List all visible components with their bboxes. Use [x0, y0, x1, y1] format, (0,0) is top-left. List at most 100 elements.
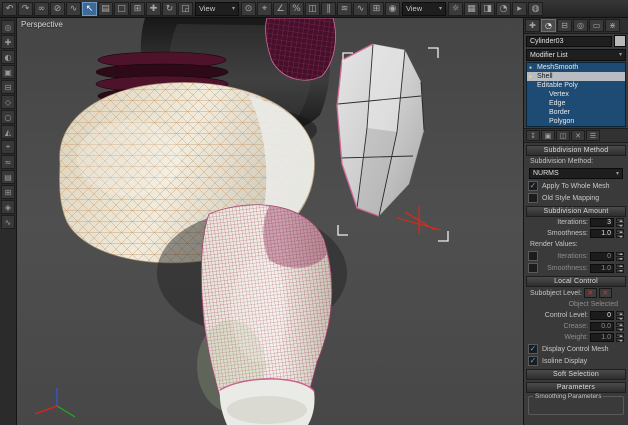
render-smoothness-field[interactable]: 1.0: [590, 264, 614, 273]
modifier-enabled-icon[interactable]: ●: [529, 65, 534, 71]
reference-coordinate-dropdown[interactable]: View ▾: [195, 2, 239, 16]
select-and-move-icon[interactable]: ✚: [146, 2, 161, 16]
object-name-field[interactable]: Cylinder03: [526, 36, 612, 47]
play-icon[interactable]: ▸: [512, 2, 527, 16]
left-tool-6-icon[interactable]: ◇: [1, 95, 15, 109]
render-smoothness-checkbox[interactable]: ✓: [528, 263, 538, 273]
left-tool-9-icon[interactable]: ⌖: [1, 140, 15, 154]
utilities-tab[interactable]: ⋇: [605, 19, 620, 32]
control-level-spinner[interactable]: [616, 311, 624, 320]
percent-snap-icon[interactable]: %: [289, 2, 304, 16]
viewport-label[interactable]: Perspective: [21, 20, 63, 29]
old-style-mapping-checkbox[interactable]: ✓: [528, 193, 538, 203]
modifier-stack-item[interactable]: ● Polygon: [527, 117, 625, 126]
display-tab[interactable]: ▭: [589, 19, 604, 32]
modifier-stack-item[interactable]: ● Editable Poly: [527, 81, 625, 90]
left-tool-13-icon[interactable]: ◈: [1, 200, 15, 214]
rollout-header-subdivision-method[interactable]: Subdivision Method: [526, 145, 626, 156]
smoothness-spinner[interactable]: [616, 229, 624, 238]
select-and-rotate-icon[interactable]: ↻: [162, 2, 177, 16]
left-tool-3-icon[interactable]: ◐: [1, 50, 15, 64]
quick-render-icon[interactable]: ◔: [496, 2, 511, 16]
select-and-link-icon[interactable]: ∞: [34, 2, 49, 16]
left-tool-8-icon[interactable]: ◭: [1, 125, 15, 139]
bind-to-space-warp-icon[interactable]: ∿: [66, 2, 81, 16]
hierarchy-tab[interactable]: ⊟: [557, 19, 572, 32]
viewport-3d-scene[interactable]: [17, 18, 523, 425]
window-crossing-icon[interactable]: ⊞: [130, 2, 145, 16]
object-color-swatch[interactable]: [614, 35, 626, 47]
left-tool-12-icon[interactable]: ⊞: [1, 185, 15, 199]
select-object-icon[interactable]: ↖: [82, 2, 97, 16]
unlink-selection-icon[interactable]: ⊘: [50, 2, 65, 16]
render-setup-icon[interactable]: ☼: [448, 2, 463, 16]
iterations-field[interactable]: 3: [590, 218, 614, 227]
show-end-result-button[interactable]: ▣: [541, 130, 555, 141]
material-editor-icon[interactable]: ◉: [385, 2, 400, 16]
align-icon[interactable]: ∥: [321, 2, 336, 16]
configure-modifier-sets-button[interactable]: ☰: [586, 130, 600, 141]
left-tool-10-icon[interactable]: ≈: [1, 155, 15, 169]
rollout-header-subdivision-amount[interactable]: Subdivision Amount: [526, 206, 626, 217]
render-preset-icon[interactable]: ◨: [480, 2, 495, 16]
angle-snap-icon[interactable]: ∠: [273, 2, 288, 16]
mirror-icon[interactable]: ◫: [305, 2, 320, 16]
crease-field[interactable]: 0.0: [590, 322, 614, 331]
left-tool-5-icon[interactable]: ⊟: [1, 80, 15, 94]
subobject-vertex-button[interactable]: ✕: [584, 288, 597, 298]
crease-spinner[interactable]: [616, 322, 624, 331]
render-iterations-checkbox[interactable]: ✓: [528, 251, 538, 261]
subobject-edge-button[interactable]: ✕: [599, 288, 612, 298]
render-iterations-spinner[interactable]: [616, 252, 624, 261]
rectangular-selection-region-icon[interactable]: □: [114, 2, 129, 16]
left-tool-1-icon[interactable]: ◎: [1, 20, 15, 34]
left-tool-14-icon[interactable]: ∿: [1, 215, 15, 229]
curve-editor-icon[interactable]: ∿: [353, 2, 368, 16]
modifier-stack-item[interactable]: ● Shell: [527, 72, 625, 81]
rollout-header-local-control[interactable]: Local Control: [526, 276, 626, 287]
modifier-stack-item[interactable]: ● MeshSmooth: [527, 63, 625, 72]
render-iterations-field[interactable]: 0: [590, 252, 614, 261]
create-tab[interactable]: ✚: [525, 19, 540, 32]
display-control-mesh-checkbox[interactable]: ✓: [528, 344, 538, 354]
ankle-piece[interactable]: [220, 379, 315, 425]
iterations-spinner[interactable]: [616, 218, 624, 227]
main-area: ◎✚◐▣⊟◇○◭⌖≈▤⊞◈∿: [0, 18, 628, 425]
schematic-view-icon[interactable]: ⊞: [369, 2, 384, 16]
left-tool-4-icon[interactable]: ▣: [1, 65, 15, 79]
rollout-header-soft-selection[interactable]: Soft Selection: [526, 369, 626, 380]
modifier-list-dropdown[interactable]: Modifier List ▾: [526, 49, 626, 61]
select-by-name-icon[interactable]: ▤: [98, 2, 113, 16]
left-tool-11-icon[interactable]: ▤: [1, 170, 15, 184]
smoothness-field[interactable]: 1.0: [590, 229, 614, 238]
make-unique-button[interactable]: ◫: [556, 130, 570, 141]
redo-icon[interactable]: ↷: [18, 2, 33, 16]
undo-icon[interactable]: ↶: [2, 2, 17, 16]
viewport-perspective[interactable]: Perspective: [17, 18, 523, 425]
display-toggle-icon[interactable]: ◍: [528, 2, 543, 16]
layer-manager-icon[interactable]: ≋: [337, 2, 352, 16]
use-pivot-center-icon[interactable]: ⊙: [241, 2, 256, 16]
weight-field[interactable]: 1.0: [590, 333, 614, 342]
motion-tab[interactable]: ◎: [573, 19, 588, 32]
weight-spinner[interactable]: [616, 333, 624, 342]
subdivision-method-dropdown[interactable]: NURMS ▾: [529, 168, 623, 179]
left-tool-7-icon[interactable]: ○: [1, 110, 15, 124]
render-frame-icon[interactable]: ▦: [464, 2, 479, 16]
select-and-scale-icon[interactable]: ◲: [178, 2, 193, 16]
pin-stack-button[interactable]: ↧: [526, 130, 540, 141]
remove-modifier-button[interactable]: ✕: [571, 130, 585, 141]
snap-toggle-icon[interactable]: ⌖: [257, 2, 272, 16]
modify-tab[interactable]: ◔: [541, 19, 556, 32]
isoline-display-checkbox[interactable]: ✓: [528, 356, 538, 366]
modifier-stack-item[interactable]: ● Vertex: [527, 90, 625, 99]
modifier-enabled-icon[interactable]: ●: [529, 74, 534, 80]
view-dropdown-2[interactable]: View ▾: [402, 2, 446, 16]
modifier-stack-item[interactable]: ● Edge: [527, 99, 625, 108]
control-level-field[interactable]: 0: [590, 311, 614, 320]
rollout-header-parameters[interactable]: Parameters: [526, 382, 626, 393]
left-tool-2-icon[interactable]: ✚: [1, 35, 15, 49]
apply-to-whole-mesh-checkbox[interactable]: ✓: [528, 181, 538, 191]
render-smoothness-spinner[interactable]: [616, 264, 624, 273]
modifier-stack-item[interactable]: ● Border: [527, 108, 625, 117]
